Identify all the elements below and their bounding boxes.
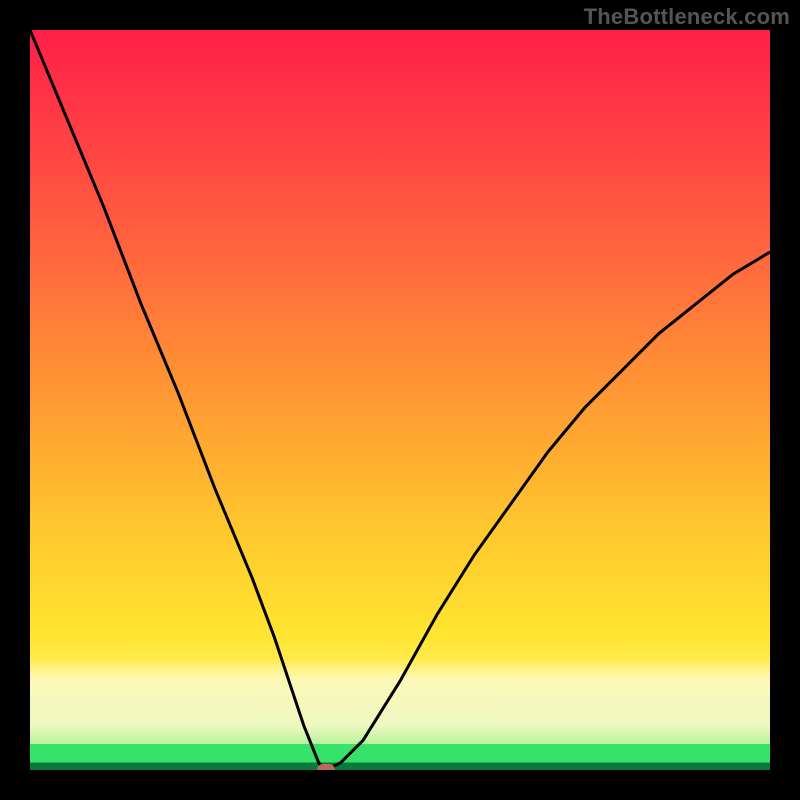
- curve-svg: [30, 30, 770, 770]
- watermark-text: TheBottleneck.com: [584, 4, 790, 30]
- plot-area: [30, 30, 770, 770]
- bottleneck-curve-path: [30, 30, 770, 770]
- minimum-marker: [317, 764, 335, 770]
- chart-frame: TheBottleneck.com: [0, 0, 800, 800]
